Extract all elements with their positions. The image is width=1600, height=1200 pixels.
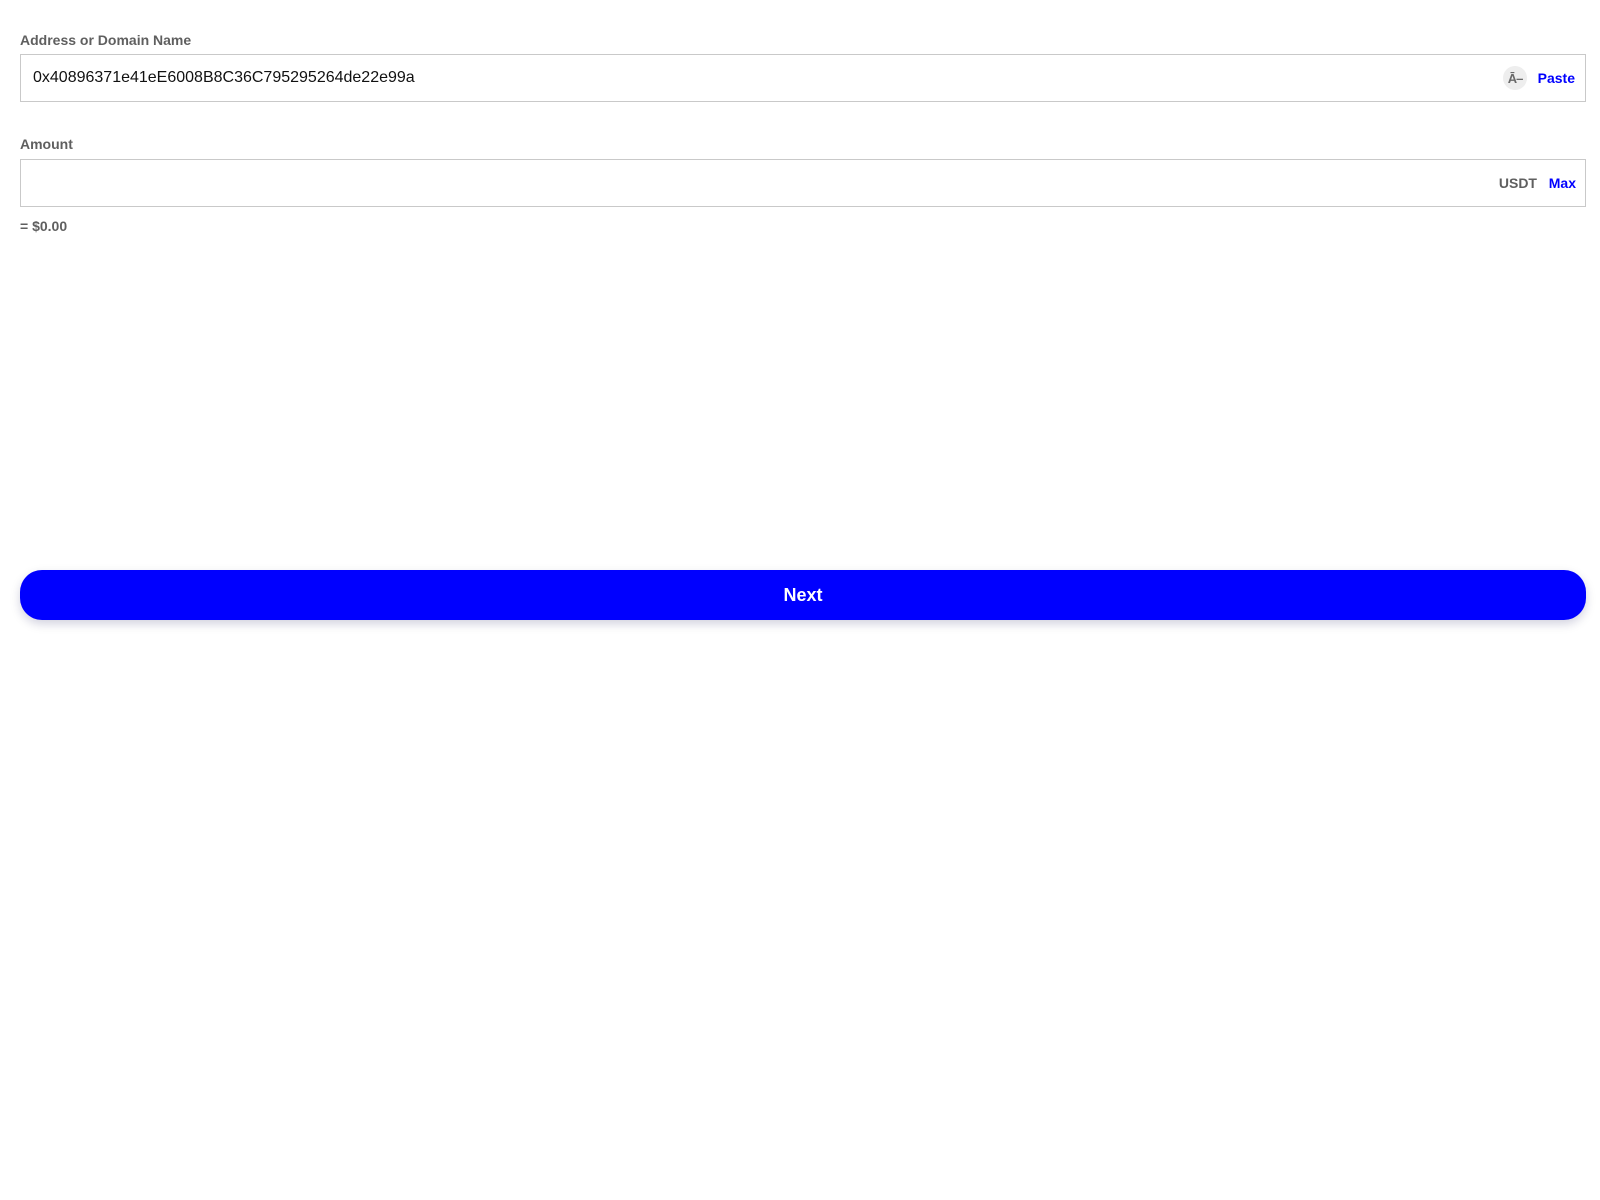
amount-input[interactable] — [33, 160, 1413, 206]
paste-button[interactable]: Paste — [1538, 55, 1575, 101]
amount-input-box: USDT Max — [20, 159, 1586, 207]
address-field-label: Address or Domain Name — [20, 32, 192, 48]
next-button[interactable]: Next — [20, 570, 1586, 620]
send-form: Address or Domain Name Ā– Paste Amount U… — [0, 0, 1600, 1200]
fiat-value: = $0.00 — [20, 218, 68, 234]
address-input[interactable] — [33, 55, 1413, 101]
amount-field-label: Amount — [20, 136, 73, 152]
token-unit-label: USDT — [1498, 175, 1537, 191]
max-button[interactable]: Max — [1549, 160, 1576, 206]
address-input-box: Ā– Paste — [20, 54, 1586, 102]
contacts-icon[interactable]: Ā– — [1503, 66, 1527, 90]
